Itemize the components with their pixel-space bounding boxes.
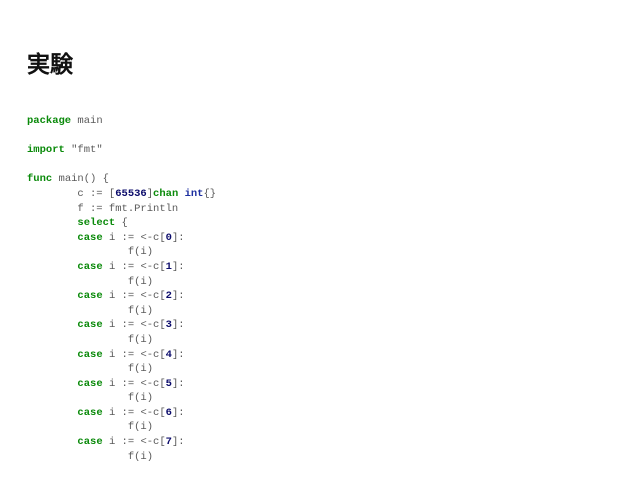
code-text: f(i) — [27, 333, 154, 346]
code-keyword: func — [27, 173, 53, 186]
code-text: i := <-c[ — [102, 348, 166, 361]
code-text: f(i) — [27, 392, 154, 405]
code-keyword: import — [27, 144, 65, 157]
code-line: f(i) — [27, 450, 216, 465]
code-text: f(i) — [27, 246, 154, 259]
code-line: case i := <-c[0]: — [27, 231, 216, 246]
code-keyword: case — [77, 436, 103, 449]
code-text: c := [ — [27, 187, 116, 200]
code-keyword: chan — [153, 187, 179, 200]
code-text: ]: — [171, 290, 185, 303]
code-text: f(i) — [27, 275, 154, 288]
code-keyword: case — [77, 260, 103, 273]
code-line: package main — [27, 114, 216, 129]
code-line: case i := <-c[2]: — [27, 289, 216, 304]
code-line: import "fmt" — [27, 143, 216, 158]
code-text: ]: — [171, 377, 185, 390]
code-line: f := fmt.Println — [27, 202, 216, 217]
code-string: "fmt" — [71, 144, 103, 157]
code-text: f(i) — [27, 450, 154, 463]
code-line: case i := <-c[5]: — [27, 377, 216, 392]
code-keyword: case — [77, 319, 103, 332]
code-text: i := <-c[ — [102, 406, 166, 419]
code-type: int — [184, 187, 204, 200]
code-keyword: case — [77, 348, 103, 361]
code-text: main — [71, 115, 103, 127]
code-text: {} — [203, 187, 217, 200]
code-line: case i := <-c[4]: — [27, 348, 216, 363]
code-text: ]: — [171, 348, 185, 361]
code-line: case i := <-c[3]: — [27, 318, 216, 333]
code-text: ]: — [171, 260, 185, 273]
code-text: { — [115, 217, 128, 230]
slide: 実験 package main import "fmt" func main() {… — [0, 0, 638, 479]
code-text: ]: — [171, 406, 185, 419]
code-text: f := fmt.Println — [27, 202, 179, 215]
code-line: f(i) — [27, 245, 216, 260]
code-line: f(i) — [27, 333, 216, 348]
code-line: f(i) — [27, 275, 216, 290]
code-block: package main import "fmt" func main() { c … — [27, 114, 216, 464]
code-keyword: case — [77, 377, 103, 390]
code-keyword: select — [77, 217, 116, 230]
code-line: f(i) — [27, 391, 216, 406]
code-text: ]: — [171, 436, 185, 449]
code-text: f(i) — [27, 363, 154, 376]
slide-title: 実験 — [27, 52, 73, 78]
code-line: case i := <-c[6]: — [27, 406, 216, 421]
code-text: i := <-c[ — [102, 231, 166, 244]
code-text: i := <-c[ — [102, 319, 166, 332]
code-line: case i := <-c[1]: — [27, 260, 216, 275]
code-line: f(i) — [27, 420, 216, 435]
code-text: ]: — [171, 319, 185, 332]
code-text: f(i) — [27, 421, 154, 434]
code-line: c := [65536]chan int{} — [27, 187, 216, 202]
code-text: i := <-c[ — [102, 436, 166, 449]
code-text: main() { — [52, 173, 109, 186]
code-line: func main() { — [27, 172, 216, 187]
code-text: i := <-c[ — [102, 290, 166, 303]
code-text: f(i) — [27, 304, 154, 317]
code-text: ]: — [171, 231, 185, 244]
code-text: i := <-c[ — [102, 260, 166, 273]
code-keyword: package — [27, 115, 72, 127]
code-keyword: case — [77, 406, 103, 419]
code-text: i := <-c[ — [102, 377, 166, 390]
code-line: f(i) — [27, 304, 216, 319]
code-line: case i := <-c[7]: — [27, 435, 216, 450]
code-line: f(i) — [27, 362, 216, 377]
code-keyword: case — [77, 290, 103, 303]
code-keyword: case — [77, 231, 103, 244]
code-line: select { — [27, 216, 216, 231]
code-number: 65536 — [115, 187, 147, 200]
